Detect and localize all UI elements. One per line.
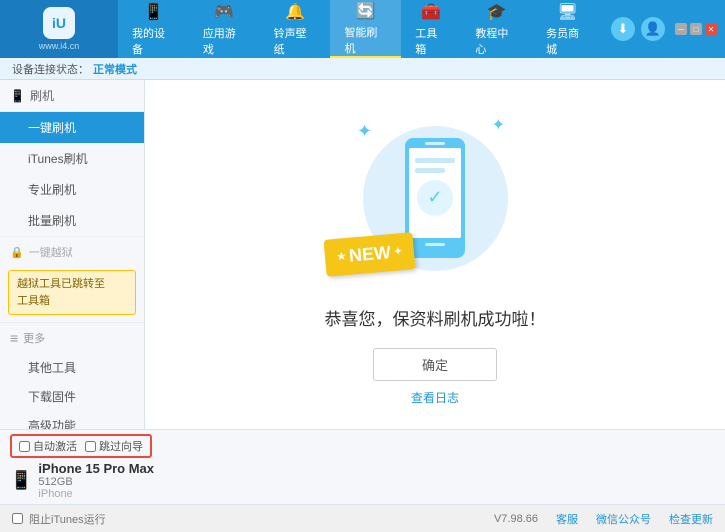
auto-guided-label: 跳过向导 bbox=[99, 438, 143, 454]
desktop-link[interactable]: 客服 bbox=[556, 511, 578, 527]
bottom-left: 阻止iTunes运行 bbox=[12, 511, 106, 527]
version-label: V7.98.66 bbox=[494, 513, 538, 525]
sidebar-item-other-tools[interactable]: 其他工具 bbox=[0, 353, 144, 382]
sidebar-more-header: ≡ 更多 bbox=[0, 322, 144, 353]
device-phone-icon: 📱 bbox=[10, 470, 32, 491]
smart-flash-icon: 🔄 bbox=[356, 1, 376, 21]
device-type: iPhone bbox=[38, 488, 154, 500]
win-close-button[interactable]: ✕ bbox=[705, 23, 717, 35]
device-options-row: 自动激活 跳过向导 bbox=[10, 434, 715, 458]
more-label: 更多 bbox=[23, 330, 45, 346]
sparkle-right-icon: ✦ bbox=[492, 115, 505, 135]
confirm-button[interactable]: 确定 bbox=[373, 348, 497, 381]
sidebar-item-download-firmware[interactable]: 下载固件 bbox=[0, 382, 144, 411]
new-badge-text: NEW bbox=[348, 242, 392, 267]
log-link[interactable]: 查看日志 bbox=[411, 389, 459, 406]
apps-games-label: 应用游戏 bbox=[203, 25, 246, 57]
tutorial-label: 教程中心 bbox=[475, 25, 518, 57]
status-value: 正常模式 bbox=[93, 61, 137, 77]
notice-text: 越狱工具已跳转至工具箱 bbox=[17, 278, 105, 307]
sparkle-left-icon: ✦ bbox=[357, 121, 372, 142]
more-icon: ≡ bbox=[10, 330, 18, 346]
ringtones-label: 铃声壁纸 bbox=[274, 25, 317, 57]
logo-area: iU www.i4.cn bbox=[0, 0, 118, 58]
win-min-button[interactable]: ─ bbox=[675, 23, 687, 35]
check-update-link[interactable]: 检查更新 bbox=[669, 511, 713, 527]
auto-guided-checkbox-label[interactable]: 跳过向导 bbox=[85, 438, 143, 454]
service-icon: 🖥 bbox=[557, 2, 577, 22]
download-firmware-label: 下载固件 bbox=[28, 390, 76, 404]
logo-icon: iU bbox=[43, 7, 75, 39]
device-name: iPhone 15 Pro Max bbox=[38, 461, 154, 476]
new-badge: ★ NEW ✦ bbox=[324, 232, 416, 277]
win-max-button[interactable]: □ bbox=[690, 23, 702, 35]
device-storage: 512GB bbox=[38, 476, 154, 488]
sidebar: 📱 刷机 一键刷机 iTunes刷机 专业刷机 批量刷机 🔒 一键越狱 越狱工具… bbox=[0, 80, 145, 429]
nav-item-tutorial[interactable]: 🎓 教程中心 bbox=[461, 0, 532, 58]
toolbox-icon: 🧰 bbox=[421, 2, 441, 22]
ringtones-icon: 🔔 bbox=[285, 2, 305, 22]
user-button[interactable]: 👤 bbox=[641, 17, 665, 41]
batch-flash-label: 批量刷机 bbox=[28, 214, 76, 228]
sidebar-item-one-key-flash[interactable]: 一键刷机 bbox=[0, 112, 144, 143]
itunes-flash-label: iTunes刷机 bbox=[28, 152, 88, 166]
content-area: ✦ ✦ ✓ ★ NEW ✦ bbox=[145, 80, 725, 429]
status-bar: 设备连接状态： 正常模式 bbox=[0, 58, 725, 80]
wechat-link[interactable]: 微信公众号 bbox=[596, 511, 651, 527]
nav-bar: 📱 我的设备 🎮 应用游戏 🔔 铃声壁纸 🔄 智能刷机 🧰 工具箱 🎓 教程中心… bbox=[118, 0, 603, 58]
svg-text:✓: ✓ bbox=[427, 187, 442, 207]
logo-text: www.i4.cn bbox=[39, 41, 80, 51]
nav-item-toolbox[interactable]: 🧰 工具箱 bbox=[401, 0, 461, 58]
sidebar-item-batch-flash[interactable]: 批量刷机 bbox=[0, 205, 144, 236]
lock-icon: 🔒 bbox=[10, 246, 24, 259]
stop-itunes-checkbox[interactable] bbox=[12, 513, 23, 524]
auto-activate-checkbox-label[interactable]: 自动激活 bbox=[19, 438, 77, 454]
flash-section-icon: 📱 bbox=[10, 89, 25, 103]
auto-activate-label: 自动激活 bbox=[33, 438, 77, 454]
nav-item-smart-flash[interactable]: 🔄 智能刷机 bbox=[330, 0, 401, 58]
apps-games-icon: 🎮 bbox=[214, 2, 234, 22]
other-tools-label: 其他工具 bbox=[28, 361, 76, 375]
success-message: 恭喜您，保资料刷机成功啦！ bbox=[325, 305, 546, 330]
one-key-flash-label: 一键刷机 bbox=[28, 121, 76, 135]
device-options-container: 自动激活 跳过向导 bbox=[10, 434, 152, 458]
header: iU www.i4.cn 📱 我的设备 🎮 应用游戏 🔔 铃声壁纸 🔄 智能刷机… bbox=[0, 0, 725, 58]
sidebar-section-flash: 📱 刷机 bbox=[0, 80, 144, 112]
main-area: 📱 刷机 一键刷机 iTunes刷机 专业刷机 批量刷机 🔒 一键越狱 越狱工具… bbox=[0, 80, 725, 429]
bottom-bar: 阻止iTunes运行 V7.98.66 客服 微信公众号 检查更新 bbox=[0, 504, 725, 532]
success-illustration: ✦ ✦ ✓ ★ NEW ✦ bbox=[335, 103, 535, 293]
diamond-right-icon: ✦ bbox=[393, 246, 402, 258]
toolbox-label: 工具箱 bbox=[415, 25, 447, 57]
top-right-controls: ⬇ 👤 ─ □ ✕ bbox=[603, 17, 725, 41]
my-device-label: 我的设备 bbox=[132, 25, 175, 57]
auto-guided-checkbox[interactable] bbox=[85, 441, 96, 452]
pro-flash-label: 专业刷机 bbox=[28, 183, 76, 197]
sidebar-item-advanced[interactable]: 高级功能 bbox=[0, 411, 144, 429]
stop-itunes-label: 阻止iTunes运行 bbox=[29, 511, 106, 527]
nav-item-ringtones[interactable]: 🔔 铃声壁纸 bbox=[260, 0, 331, 58]
sidebar-item-pro-flash[interactable]: 专业刷机 bbox=[0, 174, 144, 205]
sidebar-notice-box: 越狱工具已跳转至工具箱 bbox=[8, 270, 136, 315]
device-info-row: 📱 iPhone 15 Pro Max 512GB iPhone bbox=[10, 461, 715, 500]
device-details: iPhone 15 Pro Max 512GB iPhone bbox=[38, 461, 154, 500]
flash-section-label: 刷机 bbox=[30, 87, 54, 104]
bottom-right: V7.98.66 客服 微信公众号 检查更新 bbox=[494, 511, 713, 527]
service-label: 务员商城 bbox=[546, 25, 589, 57]
sidebar-item-itunes-flash[interactable]: iTunes刷机 bbox=[0, 143, 144, 174]
nav-item-my-device[interactable]: 📱 我的设备 bbox=[118, 0, 189, 58]
star-left-icon: ★ bbox=[337, 251, 347, 263]
advanced-label: 高级功能 bbox=[28, 419, 76, 429]
device-panel: 自动激活 跳过向导 📱 iPhone 15 Pro Max 512GB iPho… bbox=[0, 429, 725, 504]
nav-item-service[interactable]: 🖥 务员商城 bbox=[532, 0, 603, 58]
smart-flash-label: 智能刷机 bbox=[344, 24, 387, 56]
win-controls-area: ─ □ ✕ bbox=[675, 23, 717, 35]
sidebar-disabled-jailbreak: 🔒 一键越狱 bbox=[0, 236, 144, 267]
auto-activate-checkbox[interactable] bbox=[19, 441, 30, 452]
download-button[interactable]: ⬇ bbox=[611, 17, 635, 41]
nav-item-apps-games[interactable]: 🎮 应用游戏 bbox=[189, 0, 260, 58]
disabled-label: 一键越狱 bbox=[29, 244, 73, 260]
status-prefix: 设备连接状态： bbox=[12, 61, 89, 77]
my-device-icon: 📱 bbox=[143, 2, 163, 22]
tutorial-icon: 🎓 bbox=[487, 2, 507, 22]
